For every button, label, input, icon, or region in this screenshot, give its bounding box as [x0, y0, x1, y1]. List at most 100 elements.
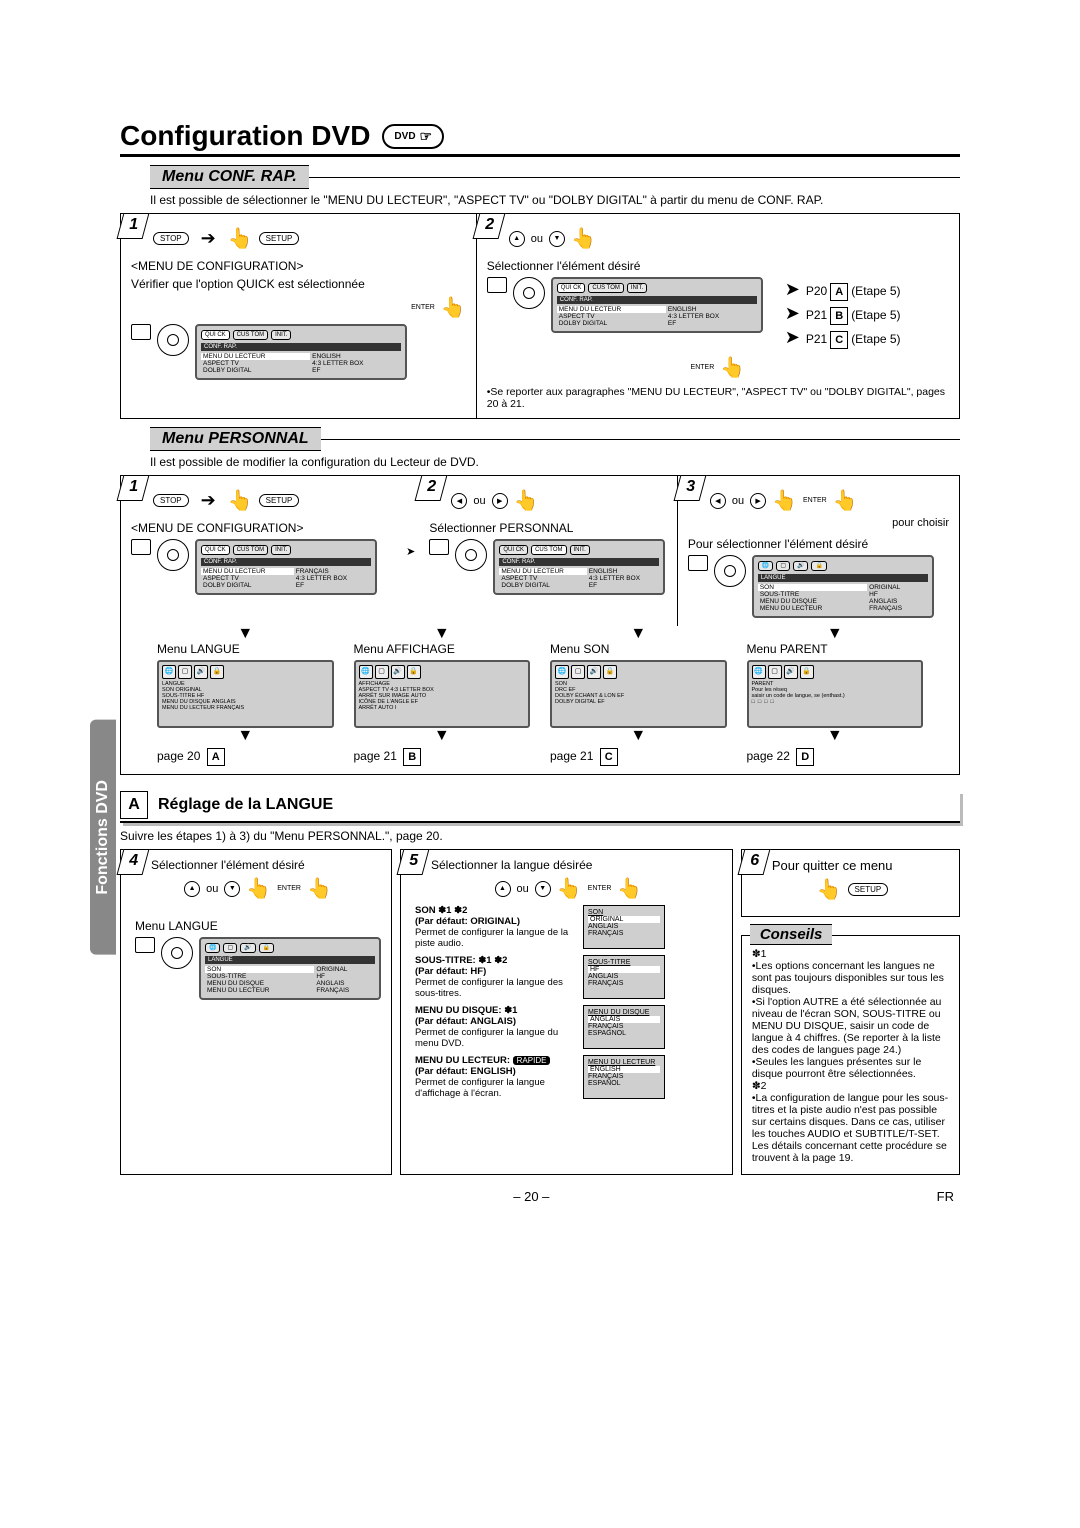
- setup-button[interactable]: SETUP: [848, 883, 889, 896]
- s2-step3: 3 ◀ ou ▶ 👆 ENTER 👆 pour choisir Pour sél…: [677, 476, 959, 626]
- dpad-icon: [513, 277, 545, 309]
- osd-bar: CONF. RAP.: [557, 296, 757, 304]
- section1-panel: 1 STOP ➔ 👆 SETUP <MENU DE CONFIGURATION>…: [120, 213, 960, 419]
- osd-conf-rap-2: QUI CK CUS TOM INIT. CONF. RAP. MENU DU …: [551, 277, 763, 333]
- press-icon: 👆: [228, 488, 253, 513]
- step-number: 5: [397, 849, 430, 875]
- s2-select3: Pour sélectionner l'élément désiré: [688, 537, 949, 551]
- osd-step4: 🌐▢🔊🔒 LANGUE SONORIGINAL SOUS-TITREHF MEN…: [199, 937, 381, 1000]
- press-icon: 👆: [228, 226, 253, 251]
- dvd-badge-label: DVD: [394, 131, 415, 142]
- enter-label: ENTER: [411, 304, 435, 311]
- right-button[interactable]: ▶: [750, 493, 766, 509]
- osd-conf-rap: QUI CK CUS TOM INIT. CONF. RAP. MENU DU …: [195, 324, 407, 380]
- thumb-parent: ▼ Menu PARENT 🌐▢🔊🔒 PARENT Pour les réseq…: [747, 626, 924, 766]
- dpad-icon: [157, 539, 189, 571]
- osd-s2-2: QUI CKCUS TOMINIT. CONF. RAP. MENU DU LE…: [493, 539, 665, 595]
- step6-title: Pour quitter ce menu: [772, 858, 949, 873]
- tv-icon: [688, 555, 708, 571]
- tv-icon: [131, 539, 151, 555]
- enter-label: ENTER: [691, 364, 715, 371]
- sectionA-header: A Réglage de la LANGUE: [120, 791, 960, 823]
- s1-note: Se reporter aux paragraphes "MENU DU LEC…: [487, 386, 949, 410]
- step-number: 1: [117, 475, 150, 501]
- press-icon: 👆: [720, 355, 745, 380]
- lang-item-soustitre: SOUS-TITRE: ✽1 ✽2 (Par défaut: HF) Perme…: [415, 955, 665, 999]
- sectionA-title: Réglage de la LANGUE: [158, 796, 333, 814]
- footer: – 20 – FR: [120, 1189, 960, 1204]
- section1-heading: Menu CONF. RAP.: [150, 165, 309, 189]
- s1-step2: 2 ▲ ou ▼ 👆 Sélectionner l'élément désiré…: [476, 214, 959, 418]
- s1-verify: Vérifier que l'option QUICK est sélectio…: [131, 277, 466, 291]
- arrow-icon: ➔: [195, 228, 222, 249]
- thumb-son: ▼ Menu SON 🌐▢🔊🔒 SON DRC EF DOLBY ÉCHANT …: [550, 626, 727, 766]
- menu-langue-label: Menu LANGUE: [135, 919, 381, 933]
- osd-s2-1: QUI CKCUS TOMINIT. CONF. RAP. MENU DU LE…: [195, 539, 377, 595]
- tv-icon: [487, 277, 507, 293]
- region-code: FR: [937, 1189, 954, 1204]
- dvd-badge: DVD ☞: [382, 124, 444, 149]
- s1-menu-title: <MENU DE CONFIGURATION>: [131, 259, 466, 273]
- ou-label: ou: [531, 233, 543, 245]
- arrow-icon: ➔: [195, 490, 222, 511]
- step-number: 2: [472, 213, 505, 239]
- sectionA-steps: 4 Sélectionner l'élément désiré ▲ ou ▼ 👆…: [120, 849, 960, 1175]
- step-number: 2: [415, 475, 448, 501]
- left-button[interactable]: ◀: [451, 493, 467, 509]
- dpad-icon: [455, 539, 487, 571]
- lang-item-son: SON ✽1 ✽2 (Par défaut: ORIGINAL) Permet …: [415, 905, 665, 949]
- stop-button[interactable]: STOP: [153, 232, 189, 245]
- osd-tab: INIT.: [271, 330, 291, 340]
- up-button[interactable]: ▲: [495, 881, 511, 897]
- dpad-icon: [157, 324, 189, 356]
- osd-tab: CUS TOM: [233, 330, 268, 340]
- down-button[interactable]: ▼: [224, 881, 240, 897]
- step4: 4 Sélectionner l'élément désiré ▲ ou ▼ 👆…: [120, 849, 392, 1175]
- up-button[interactable]: ▲: [184, 881, 200, 897]
- dpad-icon: [161, 937, 193, 969]
- lang-list-menulecteur: MENU DU LECTEUR ENGLISH FRANÇAIS ESPAÑOL: [583, 1055, 665, 1099]
- sectionA-follow: Suivre les étapes 1) à 3) du "Menu PERSO…: [120, 829, 960, 843]
- tv-icon: [135, 937, 155, 953]
- tv-icon: [131, 324, 151, 340]
- section1-intro: Il est possible de sélectionner le "MENU…: [150, 193, 960, 207]
- up-button[interactable]: ▲: [509, 231, 525, 247]
- left-button[interactable]: ◀: [710, 493, 726, 509]
- setup-button[interactable]: SETUP: [259, 232, 300, 245]
- press-icon: 👆: [441, 295, 466, 320]
- step-number: 4: [117, 849, 150, 875]
- s2-step2: 2 ◀ ou ▶ 👆 Sélectionner PERSONNAL QUI CK…: [419, 476, 676, 626]
- arrow-icon: ➤: [402, 545, 419, 558]
- down-button[interactable]: ▼: [549, 231, 565, 247]
- section2-heading: Menu PERSONNAL: [150, 427, 321, 451]
- press-icon: 👆: [817, 877, 842, 902]
- osd-tab: INIT.: [627, 283, 647, 293]
- page-number: – 20 –: [513, 1189, 549, 1204]
- conseils-title: Conseils: [750, 924, 833, 945]
- s2-step1: 1 STOP ➔ 👆 SETUP <MENU DE CONFIGURATION>…: [121, 476, 402, 626]
- lang-list-menudisque: MENU DU DISQUE ANGLAIS FRANÇAIS ESPAGNOL: [583, 1005, 665, 1049]
- section2-intro: Il est possible de modifier la configura…: [150, 455, 960, 469]
- setup-button[interactable]: SETUP: [259, 494, 300, 507]
- osd-bar: CONF. RAP.: [201, 343, 401, 351]
- right-button[interactable]: ▶: [492, 493, 508, 509]
- down-button[interactable]: ▼: [535, 881, 551, 897]
- osd-table: MENU DU LECTEURENGLISH ASPECT TV4:3 LETT…: [201, 353, 401, 374]
- osd-tab: QUI CK: [557, 283, 586, 293]
- thumb-affichage: ▼ Menu AFFICHAGE 🌐▢🔊🔒 AFFICHAGE ASPECT T…: [354, 626, 531, 766]
- step-number: 6: [737, 849, 770, 875]
- s1-step1: 1 STOP ➔ 👆 SETUP <MENU DE CONFIGURATION>…: [121, 214, 476, 418]
- osd-s2-3: 🌐▢🔊🔒 LANGUE SONORIGINAL SOUS-TITREHF MEN…: [752, 555, 934, 618]
- step5: 5 Sélectionner la langue désirée ▲ ou ▼ …: [400, 849, 733, 1175]
- title-row: Configuration DVD DVD ☞: [120, 120, 960, 157]
- thumb-langue: ▼ Menu LANGUE 🌐▢🔊🔒 LANGUE SON ORIGINAL S…: [157, 626, 334, 766]
- lang-list-soustitre: SOUS-TITRE HF ANGLAIS FRANÇAIS: [583, 955, 665, 999]
- tv-icon: [429, 539, 449, 555]
- pour-choisir: pour choisir: [688, 517, 949, 529]
- step-number: 3: [673, 475, 706, 501]
- step5-title: Sélectionner la langue désirée: [431, 858, 722, 872]
- conseils: Conseils ✽1 Les options concernant les l…: [741, 935, 960, 1175]
- section-letter: A: [120, 791, 148, 819]
- step4-title: Sélectionner l'élément désiré: [151, 858, 381, 872]
- stop-button[interactable]: STOP: [153, 494, 189, 507]
